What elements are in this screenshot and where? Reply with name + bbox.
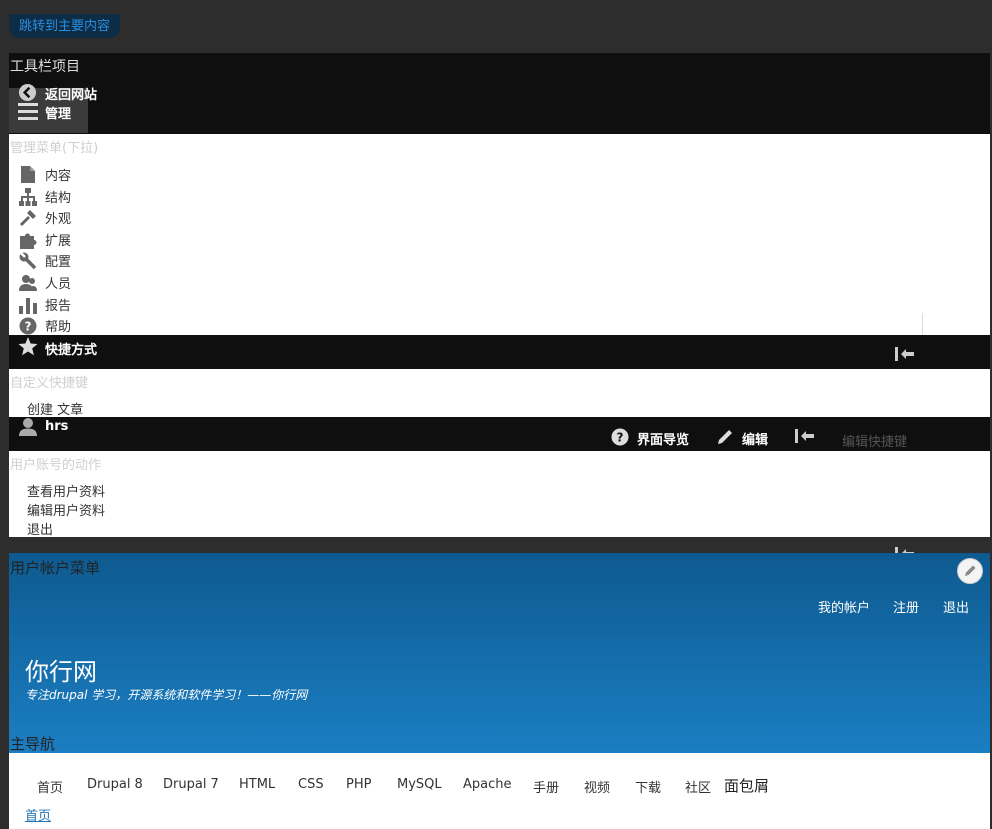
shortcut-create-article[interactable]: 创建 文章	[27, 399, 83, 418]
view-profile-link[interactable]: 查看用户资料	[27, 481, 105, 500]
nav-item-apache[interactable]: Apache	[463, 777, 512, 792]
puzzle-icon	[19, 231, 37, 249]
file-icon	[19, 166, 37, 184]
admin-menu-item-structure[interactable]: 结构	[19, 187, 71, 206]
site-slogan: 专注drupal 学习，开源系统和软件学习！——你行网	[25, 688, 308, 702]
shortcuts-bar	[9, 335, 990, 369]
user-actions-tray	[9, 451, 990, 537]
collapse-tray-icon[interactable]	[895, 347, 915, 361]
help-icon: ?	[19, 317, 37, 335]
admin-menu-label: 配置	[45, 255, 72, 270]
nav-item-drupal7[interactable]: Drupal 7	[163, 777, 219, 792]
logout-link[interactable]: 退出	[27, 519, 53, 538]
nav-item-download[interactable]: 下载	[635, 777, 661, 796]
admin-menu-item-config[interactable]: 配置	[19, 251, 71, 270]
shortcuts-tray	[9, 369, 990, 417]
admin-menu-heading: 管理菜单(下拉)	[10, 141, 99, 156]
edit-shortcuts-link[interactable]: 编辑快捷键	[842, 431, 907, 450]
brush-icon	[19, 209, 37, 227]
register-link[interactable]: 注册	[893, 597, 919, 616]
pencil-icon	[716, 428, 734, 446]
account-menu-heading: 用户帐户菜单	[10, 559, 101, 577]
nav-item-html[interactable]: HTML	[239, 777, 275, 792]
wrench-icon	[19, 251, 37, 270]
main-nav-heading: 主导航	[10, 735, 56, 753]
back-chevron-icon	[18, 83, 37, 102]
user-actions-heading: 用户账号的动作	[10, 458, 102, 473]
admin-menu-item-content[interactable]: 内容	[19, 165, 71, 184]
people-icon	[19, 274, 37, 292]
tray-divider	[922, 313, 923, 335]
manage-button[interactable]: 管理	[45, 103, 71, 122]
admin-menu-label: 报告	[45, 299, 72, 314]
my-account-link[interactable]: 我的帐户	[818, 597, 870, 616]
hamburger-icon	[18, 103, 38, 120]
orientation-toggle-icon[interactable]	[795, 429, 815, 443]
breadcrumb-heading: 面包屑	[724, 777, 770, 795]
admin-menu-label: 人员	[45, 277, 72, 292]
sitemap-icon	[19, 187, 37, 206]
skip-to-main-link[interactable]: 跳转到主要内容	[9, 14, 121, 38]
admin-menu-item-people[interactable]: 人员	[19, 273, 71, 292]
breadcrumb-home-link[interactable]: 首页	[25, 805, 51, 824]
nav-item-drupal8[interactable]: Drupal 8	[87, 777, 143, 792]
edit-button[interactable]: 编辑	[742, 429, 768, 448]
shortcuts-tab[interactable]: 快捷方式	[45, 339, 97, 358]
admin-menu-item-reports[interactable]: 报告	[19, 295, 71, 314]
toolbar-label: 工具栏项目	[10, 59, 80, 75]
user-tab[interactable]: hrs	[45, 419, 68, 434]
admin-menu-item-appearance[interactable]: 外观	[19, 208, 71, 227]
admin-menu-label: 帮助	[45, 320, 72, 335]
svg-text:?: ?	[617, 431, 624, 445]
edit-profile-link[interactable]: 编辑用户资料	[27, 500, 105, 519]
nav-item-php[interactable]: PHP	[346, 777, 371, 792]
star-icon	[18, 337, 38, 356]
shortcuts-heading: 自定义快捷键	[10, 376, 89, 391]
admin-menu-tray	[9, 134, 990, 335]
nav-item-manual[interactable]: 手册	[533, 777, 559, 796]
site-header	[9, 553, 990, 753]
bar-chart-icon	[19, 296, 37, 314]
site-name[interactable]: 你行网	[25, 652, 97, 687]
nav-item-community[interactable]: 社区	[685, 777, 711, 796]
nav-item-mysql[interactable]: MySQL	[397, 777, 442, 792]
admin-menu-item-extend[interactable]: 扩展	[19, 230, 71, 249]
nav-item-video[interactable]: 视频	[584, 777, 610, 796]
help-icon: ?	[611, 428, 629, 446]
back-to-site-button[interactable]: 返回网站	[45, 84, 97, 103]
admin-menu-label: 扩展	[45, 234, 72, 249]
svg-text:?: ?	[25, 319, 32, 333]
admin-menu-label: 外观	[45, 212, 72, 227]
admin-menu-label: 内容	[45, 169, 72, 184]
logout-link[interactable]: 退出	[943, 597, 969, 616]
user-icon	[18, 417, 38, 436]
toolbar-bar	[9, 53, 990, 134]
admin-menu-item-help[interactable]: ? 帮助	[19, 316, 71, 335]
admin-menu-label: 结构	[45, 191, 72, 206]
nav-item-home[interactable]: 首页	[37, 777, 63, 796]
edit-pencil-icon[interactable]	[957, 558, 983, 584]
nav-item-css[interactable]: CSS	[298, 777, 324, 792]
tour-button[interactable]: 界面导览	[637, 429, 689, 448]
